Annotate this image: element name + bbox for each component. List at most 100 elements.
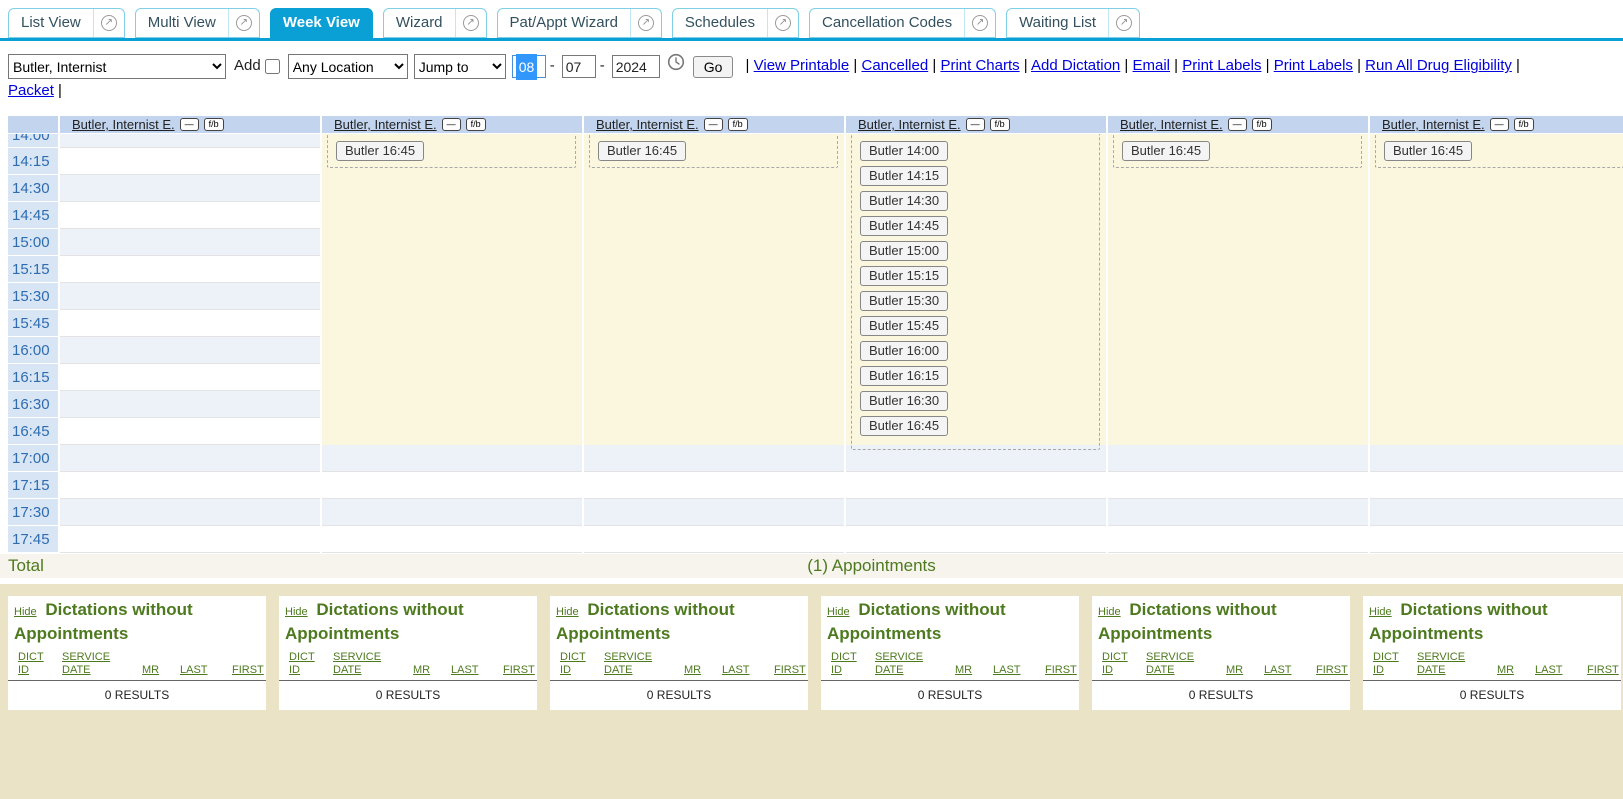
link-print-labels[interactable]: Print Labels: [1274, 57, 1353, 74]
dict-header-first[interactable]: FIRST: [774, 664, 806, 677]
minimize-column-button[interactable]: —: [704, 118, 723, 131]
slot-col5-1700[interactable]: [1108, 445, 1368, 472]
slot-col2-1745[interactable]: [322, 526, 582, 553]
hide-link[interactable]: Hide: [14, 606, 37, 618]
minimize-column-button[interactable]: —: [442, 118, 461, 131]
link-run-all-drug-eligibility[interactable]: Run All Drug Eligibility: [1365, 57, 1512, 74]
dict-header-last[interactable]: LAST: [1264, 664, 1316, 677]
appointment-button-butler-15-00[interactable]: Butler 15:00: [860, 241, 948, 261]
slot-col2-1730[interactable]: [322, 499, 582, 526]
slot-col2-1715[interactable]: [322, 472, 582, 499]
link-print-charts[interactable]: Print Charts: [940, 57, 1019, 74]
slot-col1-1700[interactable]: [60, 445, 320, 472]
slot-col2-1600[interactable]: [322, 337, 582, 364]
slot-col5-1615[interactable]: [1108, 364, 1368, 391]
slot-col6-1700[interactable]: [1370, 445, 1623, 472]
slot-col3-1715[interactable]: [584, 472, 844, 499]
appointment-button-butler-16-45[interactable]: Butler 16:45: [860, 416, 948, 436]
provider-column-link[interactable]: Butler, Internist E.: [1120, 117, 1223, 132]
slot-col4-1745[interactable]: [846, 526, 1106, 553]
tab-waiting-list[interactable]: Waiting List ↗: [1006, 8, 1140, 38]
provider-column-link[interactable]: Butler, Internist E.: [1382, 117, 1485, 132]
jump-to-select[interactable]: Jump to: [414, 54, 506, 79]
tab-wizard[interactable]: Wizard ↗: [383, 8, 487, 38]
slot-col1-1400[interactable]: [60, 134, 320, 148]
date-year-input[interactable]: 2024: [612, 55, 660, 78]
dict-header-last[interactable]: LAST: [722, 664, 774, 677]
appointment-button-butler-16-45[interactable]: Butler 16:45: [1122, 141, 1210, 161]
slot-col3-1545[interactable]: [584, 310, 844, 337]
appointment-button-butler-15-15[interactable]: Butler 15:15: [860, 266, 948, 286]
slot-col6-1745[interactable]: [1370, 526, 1623, 553]
slot-col1-1600[interactable]: [60, 337, 320, 364]
slot-col5-1600[interactable]: [1108, 337, 1368, 364]
open-new-view-icon[interactable]: ↗: [630, 9, 661, 37]
slot-col3-1500[interactable]: [584, 229, 844, 256]
slot-col2-1615[interactable]: [322, 364, 582, 391]
provider-column-link[interactable]: Butler, Internist E.: [858, 117, 961, 132]
minimize-column-button[interactable]: —: [966, 118, 985, 131]
fb-button[interactable]: f/b: [466, 118, 486, 131]
slot-col3-1745[interactable]: [584, 526, 844, 553]
slot-col6-1600[interactable]: [1370, 337, 1623, 364]
dict-header-mr[interactable]: MR: [1226, 664, 1264, 677]
hide-link[interactable]: Hide: [1369, 606, 1392, 618]
dict-header-last[interactable]: LAST: [180, 664, 232, 677]
slot-col3-1445[interactable]: [584, 202, 844, 229]
dict-header-last[interactable]: LAST: [451, 664, 503, 677]
dict-header-dict-id[interactable]: DICTID: [289, 651, 333, 677]
appointment-button-butler-15-45[interactable]: Butler 15:45: [860, 316, 948, 336]
open-new-view-icon[interactable]: ↗: [964, 9, 995, 37]
hide-link[interactable]: Hide: [285, 606, 308, 618]
appointment-button-butler-14-45[interactable]: Butler 14:45: [860, 216, 948, 236]
hide-link[interactable]: Hide: [827, 606, 850, 618]
slot-col5-1515[interactable]: [1108, 256, 1368, 283]
tab-pat-appt-wizard[interactable]: Pat/Appt Wizard ↗: [497, 8, 662, 38]
dict-header-first[interactable]: FIRST: [503, 664, 535, 677]
minimize-column-button[interactable]: —: [180, 118, 199, 131]
dict-header-dict-id[interactable]: DICTID: [18, 651, 62, 677]
add-checkbox[interactable]: [265, 59, 280, 74]
appointment-button-butler-15-30[interactable]: Butler 15:30: [860, 291, 948, 311]
slot-col2-1500[interactable]: [322, 229, 582, 256]
provider-column-link[interactable]: Butler, Internist E.: [334, 117, 437, 132]
fb-button[interactable]: f/b: [728, 118, 748, 131]
appointment-button-butler-16-00[interactable]: Butler 16:00: [860, 341, 948, 361]
dict-header-mr[interactable]: MR: [1497, 664, 1535, 677]
slot-col5-1545[interactable]: [1108, 310, 1368, 337]
slot-col3-1700[interactable]: [584, 445, 844, 472]
slot-col5-1530[interactable]: [1108, 283, 1368, 310]
slot-col1-1430[interactable]: [60, 175, 320, 202]
slot-col3-1530[interactable]: [584, 283, 844, 310]
slot-col3-1600[interactable]: [584, 337, 844, 364]
slot-col2-1445[interactable]: [322, 202, 582, 229]
hide-link[interactable]: Hide: [1098, 606, 1121, 618]
appointment-button-butler-14-30[interactable]: Butler 14:30: [860, 191, 948, 211]
dict-header-first[interactable]: FIRST: [1045, 664, 1077, 677]
date-month-input[interactable]: 08: [512, 55, 546, 78]
slot-col3-1645[interactable]: [584, 418, 844, 445]
tab-cancellation-codes[interactable]: Cancellation Codes ↗: [809, 8, 996, 38]
dict-header-service-date[interactable]: SERVICEDATE: [875, 651, 955, 677]
link-print-labels[interactable]: Print Labels: [1182, 57, 1261, 74]
slot-col6-1615[interactable]: [1370, 364, 1623, 391]
slot-col2-1430[interactable]: [322, 175, 582, 202]
slot-col4-1715[interactable]: [846, 472, 1106, 499]
slot-col1-1415[interactable]: [60, 148, 320, 175]
dict-header-service-date[interactable]: SERVICEDATE: [1417, 651, 1497, 677]
slot-col5-1500[interactable]: [1108, 229, 1368, 256]
dict-header-first[interactable]: FIRST: [1587, 664, 1619, 677]
provider-column-link[interactable]: Butler, Internist E.: [596, 117, 699, 132]
slot-col1-1730[interactable]: [60, 499, 320, 526]
dict-header-mr[interactable]: MR: [684, 664, 722, 677]
slot-col2-1530[interactable]: [322, 283, 582, 310]
slot-col1-1715[interactable]: [60, 472, 320, 499]
appointment-button-butler-16-45[interactable]: Butler 16:45: [336, 141, 424, 161]
slot-col6-1630[interactable]: [1370, 391, 1623, 418]
hide-link[interactable]: Hide: [556, 606, 579, 618]
slot-col1-1615[interactable]: [60, 364, 320, 391]
slot-col6-1715[interactable]: [1370, 472, 1623, 499]
date-day-input[interactable]: 07: [562, 55, 596, 78]
slot-col5-1645[interactable]: [1108, 418, 1368, 445]
tab-schedules[interactable]: Schedules ↗: [672, 8, 799, 38]
